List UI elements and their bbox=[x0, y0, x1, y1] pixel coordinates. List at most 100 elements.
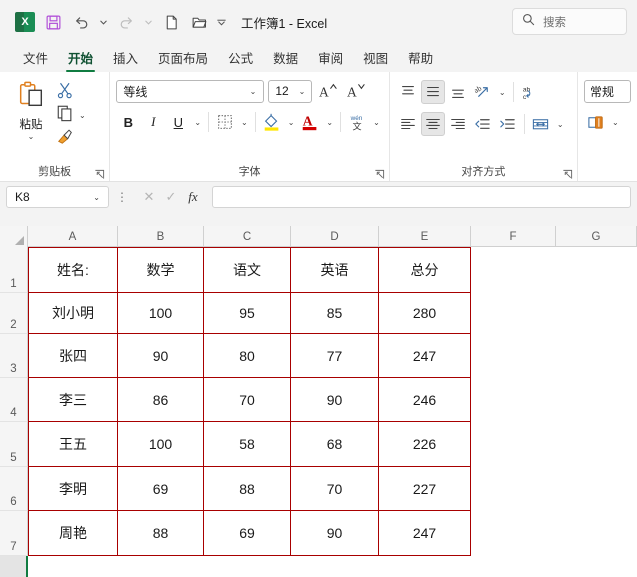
cell-a4[interactable]: 李三 bbox=[28, 378, 118, 422]
confirm-check-icon[interactable]: ✓ bbox=[162, 189, 180, 205]
row-header-7[interactable]: 7 bbox=[0, 511, 28, 556]
column-header-b[interactable]: B bbox=[118, 226, 204, 247]
cell-c3[interactable]: 80 bbox=[204, 334, 291, 378]
name-box[interactable]: K8 ⌄ bbox=[6, 186, 109, 208]
cell-a7[interactable]: 周艳 bbox=[28, 511, 118, 556]
font-size-chevron-down-icon[interactable]: ⌄ bbox=[296, 87, 309, 96]
cell-a5[interactable]: 王五 bbox=[28, 422, 118, 467]
name-box-chevron-down-icon[interactable]: ⌄ bbox=[90, 193, 103, 202]
row-header-5[interactable]: 5 bbox=[0, 422, 28, 467]
underline-button[interactable]: U bbox=[166, 110, 190, 134]
grow-font-icon[interactable]: A bbox=[316, 79, 340, 103]
font-color-chevron-down-icon[interactable]: ⌄ bbox=[323, 118, 336, 127]
tab-help[interactable]: 帮助 bbox=[399, 46, 442, 72]
format-painter-button[interactable] bbox=[56, 127, 74, 149]
fill-color-chevron-down-icon[interactable]: ⌄ bbox=[285, 118, 298, 127]
cell-e5[interactable]: 226 bbox=[379, 422, 471, 467]
cell-d1[interactable]: 英语 bbox=[291, 247, 379, 293]
column-header-c[interactable]: C bbox=[204, 226, 291, 247]
orientation-chevron-down-icon[interactable]: ⌄ bbox=[496, 88, 509, 97]
font-name-combobox[interactable]: 等线 ⌄ bbox=[116, 79, 265, 103]
align-right-icon[interactable] bbox=[446, 112, 470, 136]
search-box[interactable]: 搜索 bbox=[512, 8, 627, 35]
cell-a3[interactable]: 张四 bbox=[28, 334, 118, 378]
cell-b7[interactable]: 88 bbox=[118, 511, 204, 556]
cell-e4[interactable]: 246 bbox=[379, 378, 471, 422]
align-middle-icon[interactable] bbox=[420, 80, 445, 104]
phonetic-guide-icon[interactable]: wén 文 bbox=[345, 110, 369, 134]
row-header-2[interactable]: 2 bbox=[0, 293, 28, 334]
clipboard-dialog-launcher-icon[interactable] bbox=[94, 167, 105, 179]
tab-file[interactable]: 文件 bbox=[14, 46, 57, 72]
align-center-icon[interactable] bbox=[420, 112, 445, 136]
cell-b3[interactable]: 90 bbox=[118, 334, 204, 378]
phonetic-chevron-down-icon[interactable]: ⌄ bbox=[370, 118, 383, 127]
font-size-combobox[interactable]: 12 ⌄ bbox=[268, 79, 313, 103]
column-header-d[interactable]: D bbox=[291, 226, 379, 247]
tab-data[interactable]: 数据 bbox=[264, 46, 307, 72]
cell-b2[interactable]: 100 bbox=[118, 293, 204, 334]
align-left-icon[interactable] bbox=[396, 112, 420, 136]
shrink-font-icon[interactable]: A bbox=[344, 79, 368, 103]
select-all-corner[interactable] bbox=[0, 226, 28, 247]
merge-cells-icon[interactable] bbox=[529, 112, 553, 136]
accounting-format-icon[interactable] bbox=[584, 110, 608, 134]
copy-button[interactable]: ⌄ bbox=[56, 104, 89, 126]
font-name-chevron-down-icon[interactable]: ⌄ bbox=[247, 87, 260, 96]
tab-view[interactable]: 视图 bbox=[354, 46, 397, 72]
cell-c7[interactable]: 69 bbox=[204, 511, 291, 556]
cell-a2[interactable]: 刘小明 bbox=[28, 293, 118, 334]
cell-b6[interactable]: 69 bbox=[118, 467, 204, 511]
cell-d6[interactable]: 70 bbox=[291, 467, 379, 511]
cell-d4[interactable]: 90 bbox=[291, 378, 379, 422]
customize-qat-chevron-down-icon[interactable] bbox=[214, 9, 229, 35]
tab-review[interactable]: 审阅 bbox=[309, 46, 352, 72]
merge-chevron-down-icon[interactable]: ⌄ bbox=[554, 120, 567, 129]
fill-color-icon[interactable] bbox=[260, 110, 284, 134]
column-header-a[interactable]: A bbox=[28, 226, 118, 247]
borders-icon[interactable] bbox=[213, 110, 237, 134]
new-file-icon[interactable] bbox=[158, 9, 184, 35]
cell-c2[interactable]: 95 bbox=[204, 293, 291, 334]
align-bottom-icon[interactable] bbox=[446, 80, 470, 104]
cancel-icon[interactable]: ✕ bbox=[140, 189, 158, 205]
row-header-8[interactable]: 8 bbox=[0, 556, 28, 577]
cell-c6[interactable]: 88 bbox=[204, 467, 291, 511]
cell-a6[interactable]: 李明 bbox=[28, 467, 118, 511]
cell-a1[interactable]: 姓名: bbox=[28, 247, 118, 293]
cell-e1[interactable]: 总分 bbox=[379, 247, 471, 293]
font-color-icon[interactable]: A bbox=[298, 110, 322, 134]
cell-c5[interactable]: 58 bbox=[204, 422, 291, 467]
font-dialog-launcher-icon[interactable] bbox=[374, 167, 385, 179]
wrap-text-icon[interactable]: ab c bbox=[518, 80, 542, 104]
alignment-dialog-launcher-icon[interactable] bbox=[562, 167, 573, 179]
increase-indent-icon[interactable] bbox=[496, 112, 520, 136]
copy-chevron-down-icon[interactable]: ⌄ bbox=[76, 111, 89, 120]
undo-chevron-down-icon[interactable] bbox=[96, 9, 111, 35]
cell-e7[interactable]: 247 bbox=[379, 511, 471, 556]
formula-input[interactable] bbox=[212, 186, 631, 208]
redo-chevron-down-icon[interactable] bbox=[141, 9, 156, 35]
borders-chevron-down-icon[interactable]: ⌄ bbox=[238, 118, 251, 127]
tab-page-layout[interactable]: 页面布局 bbox=[149, 46, 217, 72]
underline-chevron-down-icon[interactable]: ⌄ bbox=[191, 118, 204, 127]
fx-icon[interactable]: fx bbox=[184, 189, 202, 205]
text-orientation-icon[interactable]: ab bbox=[471, 80, 495, 104]
decrease-indent-icon[interactable] bbox=[471, 112, 495, 136]
cell-d3[interactable]: 77 bbox=[291, 334, 379, 378]
cell-c1[interactable]: 语文 bbox=[204, 247, 291, 293]
save-icon[interactable] bbox=[40, 9, 66, 35]
align-top-icon[interactable] bbox=[396, 80, 420, 104]
tab-formulas[interactable]: 公式 bbox=[219, 46, 262, 72]
open-folder-icon[interactable] bbox=[186, 9, 212, 35]
accounting-chevron-down-icon[interactable]: ⌄ bbox=[609, 118, 622, 127]
row-header-3[interactable]: 3 bbox=[0, 334, 28, 378]
cell-b4[interactable]: 86 bbox=[118, 378, 204, 422]
tab-home[interactable]: 开始 bbox=[59, 46, 102, 72]
cut-button[interactable] bbox=[56, 81, 74, 103]
redo-icon[interactable] bbox=[113, 9, 139, 35]
row-header-4[interactable]: 4 bbox=[0, 378, 28, 422]
row-header-6[interactable]: 6 bbox=[0, 467, 28, 511]
cell-e6[interactable]: 227 bbox=[379, 467, 471, 511]
row-header-1[interactable]: 1 bbox=[0, 247, 28, 293]
